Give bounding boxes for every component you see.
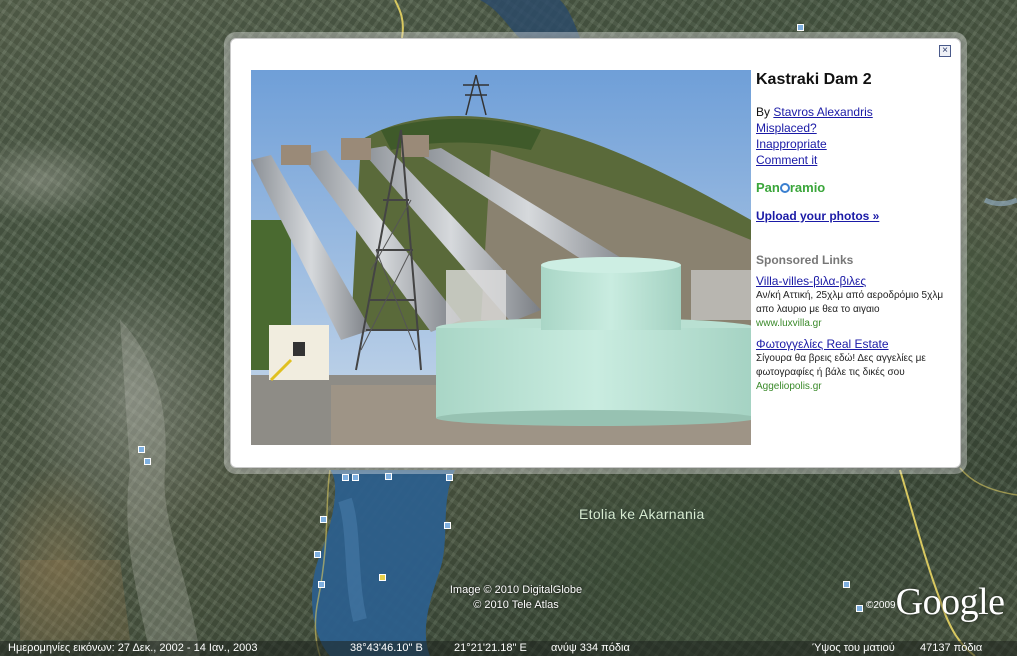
map-copyright: Image © 2010 DigitalGlobe © 2010 Tele At… bbox=[436, 583, 596, 613]
eye-altitude-value: 47137 πόδια bbox=[920, 642, 983, 654]
placemark-icon[interactable] bbox=[342, 474, 349, 481]
placemark-icon[interactable] bbox=[446, 474, 453, 481]
placemark-icon[interactable] bbox=[856, 605, 863, 612]
inappropriate-link[interactable]: Inappropriate bbox=[756, 136, 956, 152]
sponsored-ad: Villa-villes-βιλα-βιλες Αν/κή Αττική, 25… bbox=[756, 273, 956, 330]
placemark-icon[interactable] bbox=[314, 551, 321, 558]
placemark-icon[interactable] bbox=[352, 474, 359, 481]
dam-photo[interactable] bbox=[251, 70, 751, 445]
google-logo: ©2009Google bbox=[866, 580, 1005, 624]
placemark-icon[interactable] bbox=[320, 516, 327, 523]
imagery-dates: Ημερομηνίες εικόνων: 27 Δεκ., 2002 - 14 … bbox=[8, 642, 258, 654]
placemark-icon[interactable] bbox=[444, 522, 451, 529]
sponsored-ad: Φωτογγελίες Real Estate Σίγουρα θα βρεις… bbox=[756, 336, 956, 393]
placemark-icon[interactable] bbox=[385, 473, 392, 480]
ad-description: Αν/κή Αττική, 25χλμ από αεροδρόμιο 5χλμ … bbox=[756, 290, 944, 315]
placemark-icon[interactable] bbox=[138, 446, 145, 453]
status-bar: Ημερομηνίες εικόνων: 27 Δεκ., 2002 - 14 … bbox=[0, 641, 1017, 656]
ad-url[interactable]: www.luxvilla.gr bbox=[756, 317, 956, 330]
photo-title: Kastraki Dam 2 bbox=[756, 71, 872, 88]
copyright-line: © 2010 Tele Atlas bbox=[473, 599, 559, 611]
sponsored-links-heading: Sponsored Links bbox=[756, 253, 854, 267]
google-logo-word: Google bbox=[895, 581, 1005, 623]
google-logo-year: ©2009 bbox=[866, 600, 896, 611]
author-link[interactable]: Stavros Alexandris bbox=[773, 105, 872, 119]
close-button[interactable]: × bbox=[939, 45, 951, 57]
photo-illustration bbox=[251, 70, 751, 445]
author-line: By Stavros Alexandris bbox=[756, 104, 956, 120]
ad-description: Σίγουρα θα βρεις εδώ! Δες αγγελίες με φω… bbox=[756, 353, 926, 378]
ad-title-link[interactable]: Φωτογγελίες Real Estate bbox=[756, 336, 956, 352]
ad-url[interactable]: Aggeliopolis.gr bbox=[756, 380, 956, 393]
panoramio-logo-right: ramio bbox=[789, 180, 826, 195]
placemark-icon[interactable] bbox=[144, 458, 151, 465]
panoramio-logo-left: Pan bbox=[756, 180, 780, 195]
placemark-icon[interactable] bbox=[379, 574, 386, 581]
latitude-readout: 38°43'46.10" Β bbox=[350, 642, 423, 654]
longitude-readout: 21°21'21.18" Ε bbox=[454, 642, 527, 654]
placemark-icon[interactable] bbox=[843, 581, 850, 588]
ad-title-link[interactable]: Villa-villes-βιλα-βιλες bbox=[756, 273, 956, 289]
placemark-icon[interactable] bbox=[318, 581, 325, 588]
panoramio-globe-icon bbox=[779, 183, 790, 193]
region-label: Etolia ke Akarnania bbox=[579, 506, 705, 522]
elevation-readout: ανύψ 334 πόδια bbox=[551, 642, 630, 654]
by-prefix: By bbox=[756, 105, 771, 119]
copyright-line: Image © 2010 DigitalGlobe bbox=[449, 584, 583, 596]
info-balloon: × Kastraki Dam 2 By Stavros Alexandris M… bbox=[230, 38, 961, 468]
upload-photos-link[interactable]: Upload your photos » bbox=[756, 208, 956, 224]
photo-info-panel: Kastraki Dam 2 By Stavros Alexandris Mis… bbox=[756, 71, 956, 399]
misplaced-link[interactable]: Misplaced? bbox=[756, 120, 956, 136]
eye-altitude-label: Ύψος του ματιού bbox=[812, 642, 895, 654]
comment-link[interactable]: Comment it bbox=[756, 152, 956, 168]
panoramio-logo[interactable]: Pan ramio bbox=[756, 180, 956, 195]
placemark-icon[interactable] bbox=[797, 24, 804, 31]
